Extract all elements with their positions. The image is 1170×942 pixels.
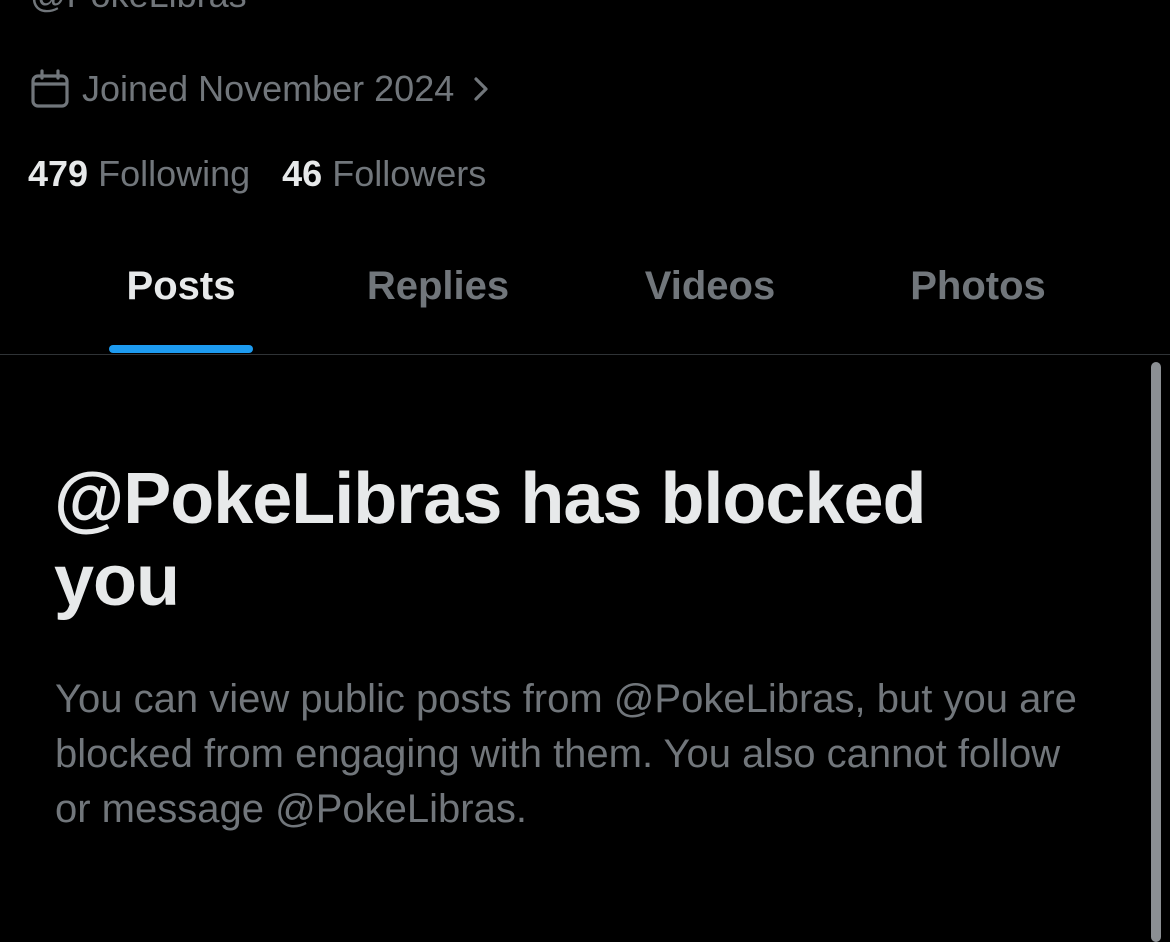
tab-replies-label: Replies [366,264,510,308]
calendar-icon [30,69,70,109]
blocked-message: You can view public posts from @PokeLibr… [55,677,1077,831]
followers-count: 46 [282,153,323,194]
profile-handle: @PokeLibras [30,0,247,16]
tab-photos[interactable]: Photos [878,230,1078,354]
tab-replies[interactable]: Replies [338,230,538,354]
following-link[interactable]: 479 Following [28,153,250,195]
tab-photos-label: Photos [910,264,1046,308]
profile-tabs: Posts Replies Videos Photos [0,230,1170,355]
chevron-right-icon [468,74,494,104]
tab-videos-label: Videos [644,264,776,308]
blocked-title: @PokeLibras has blocked you [54,459,927,621]
tab-videos[interactable]: Videos [614,230,806,354]
followers-label: Followers [332,153,487,194]
tab-posts[interactable]: Posts [109,230,253,354]
followers-link[interactable]: 46 Followers [282,153,486,195]
tab-posts-label: Posts [126,264,236,308]
follow-stats: 479 Following 46 Followers [28,150,486,198]
active-tab-indicator [109,345,253,353]
joined-date-row[interactable]: Joined November 2024 [30,66,494,112]
joined-date-label: Joined November 2024 [82,68,455,109]
scrollbar[interactable] [1151,362,1161,942]
following-count: 479 [28,153,89,194]
following-label: Following [98,153,251,194]
